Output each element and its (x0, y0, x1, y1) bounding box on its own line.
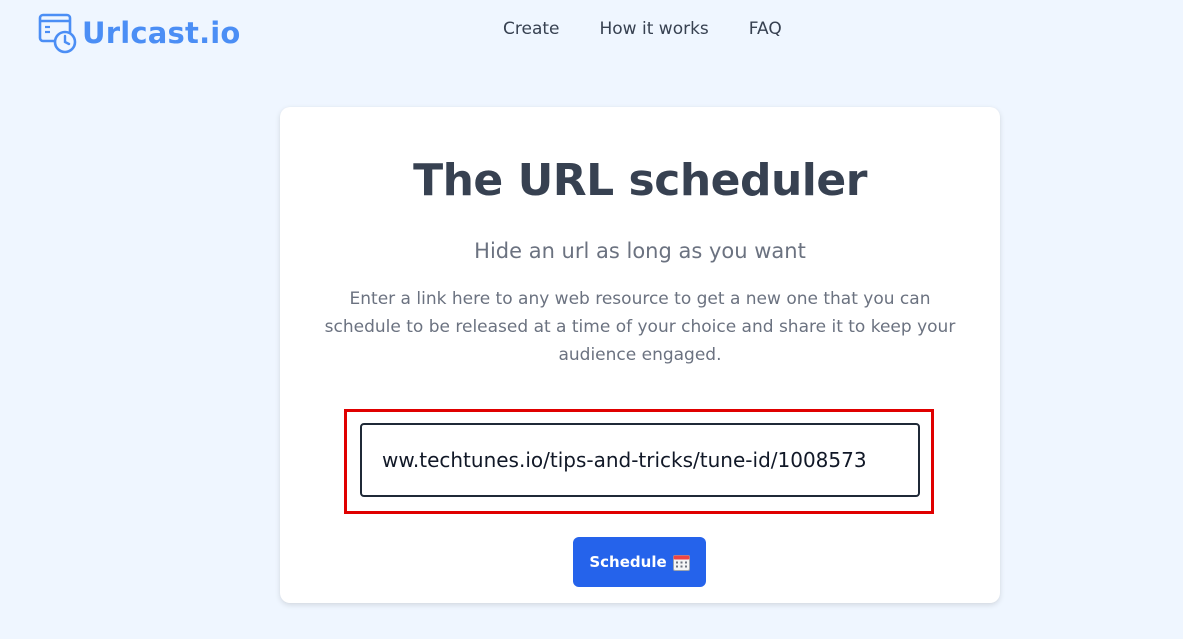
nav-faq[interactable]: FAQ (749, 19, 782, 39)
nav-how-it-works[interactable]: How it works (600, 19, 709, 39)
top-nav: Create How it works FAQ (503, 19, 782, 39)
page: Urlcast.io Create How it works FAQ The U… (0, 0, 1183, 639)
page-subtitle: Hide an url as long as you want (474, 239, 806, 263)
schedule-button-label: Schedule (589, 553, 667, 571)
scheduler-card: The URL scheduler Hide an url as long as… (280, 107, 1000, 603)
schedule-button[interactable]: Schedule (573, 537, 706, 587)
calendar-icon (672, 554, 690, 571)
page-title: The URL scheduler (413, 155, 867, 206)
url-input[interactable] (360, 423, 920, 497)
nav-create[interactable]: Create (503, 19, 560, 39)
browser-clock-icon (38, 13, 77, 54)
page-description: Enter a link here to any web resource to… (324, 289, 956, 365)
brand-logo[interactable]: Urlcast.io (38, 12, 241, 54)
brand-name: Urlcast.io (82, 16, 241, 50)
